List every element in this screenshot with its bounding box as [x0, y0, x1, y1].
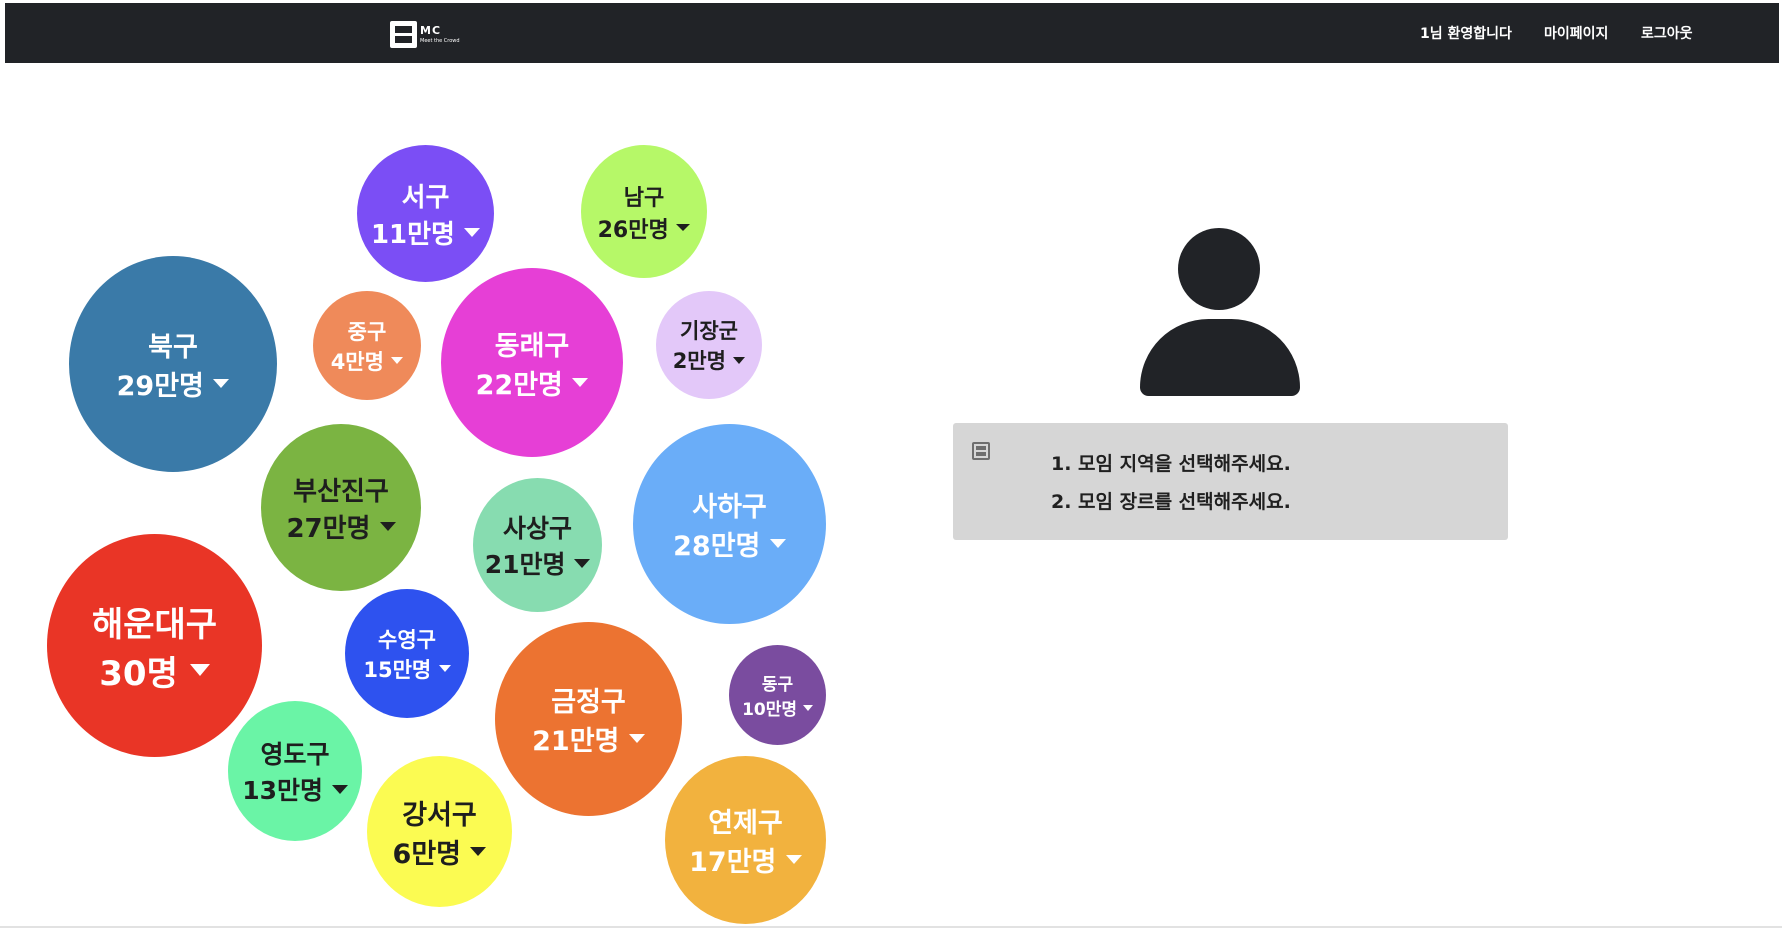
district-bubble-gijang-gun[interactable]: 기장군 2만명: [656, 291, 762, 399]
district-count: 26만명: [598, 212, 691, 244]
instruction-line-1: 1. 모임 지역을 선택해주세요.: [1051, 453, 1291, 475]
district-name: 동구: [761, 675, 794, 695]
district-name: 기장군: [680, 319, 738, 343]
district-name: 서구: [401, 182, 450, 213]
avatar-body: [1140, 319, 1300, 396]
caret-down-icon: [464, 227, 481, 237]
district-bubble-jung-gu[interactable]: 중구 4만명: [313, 291, 421, 400]
district-count-value: 21만명: [532, 726, 620, 757]
district-count-value: 15만명: [363, 657, 432, 682]
welcome-link[interactable]: 1님 환영합니다: [1420, 3, 1512, 63]
district-count-value: 6만명: [392, 838, 462, 870]
district-count: 28만명: [673, 524, 786, 563]
district-name: 영도구: [260, 740, 330, 769]
district-count: 21만명: [532, 719, 645, 758]
top-navbar: MC Meet the Crowd 1님 환영합니다 마이페이지 로그아웃: [5, 3, 1779, 63]
district-count-value: 4만명: [330, 349, 384, 374]
district-bubble-buk-gu[interactable]: 북구 29만명: [69, 256, 277, 472]
logo-subtext: Meet the Crowd: [420, 37, 460, 44]
avatar-head: [1178, 228, 1260, 310]
caret-down-icon: [391, 357, 404, 364]
caret-down-icon: [213, 379, 230, 388]
mypage-link[interactable]: 마이페이지: [1544, 3, 1608, 63]
district-bubble-suyeong-gu[interactable]: 수영구 15만명: [345, 589, 469, 718]
district-bubble-seo-gu[interactable]: 서구 11만명: [357, 145, 494, 282]
district-count-value: 27만명: [286, 513, 371, 544]
district-bubble-dongnae-gu[interactable]: 동래구 22만명: [441, 268, 623, 457]
caret-down-icon: [438, 665, 451, 672]
instruction-panel: 1. 모임 지역을 선택해주세요. 2. 모임 장르를 선택해주세요.: [953, 423, 1508, 540]
district-bubble-yeonje-gu[interactable]: 연제구 17만명: [665, 756, 826, 924]
district-count: 22만명: [476, 363, 589, 402]
district-name: 부산진구: [293, 476, 389, 507]
district-count: 29만명: [117, 364, 230, 403]
district-bubble-geumjeong-gu[interactable]: 금정구 21만명: [495, 622, 682, 816]
district-name: 북구: [148, 332, 198, 363]
district-count-value: 17만명: [689, 847, 777, 878]
caret-down-icon: [676, 224, 691, 231]
district-count: 17만명: [689, 840, 802, 879]
caret-down-icon: [628, 734, 645, 743]
district-name: 사상구: [502, 514, 572, 543]
district-name: 사하구: [692, 492, 767, 523]
instruction-line-2: 2. 모임 장르를 선택해주세요.: [1051, 491, 1291, 513]
district-name: 수영구: [378, 627, 436, 652]
district-bubble-nam-gu[interactable]: 남구 26만명: [581, 145, 707, 278]
district-name: 금정구: [551, 687, 626, 718]
save-icon: [972, 442, 990, 460]
logout-link[interactable]: 로그아웃: [1641, 3, 1693, 63]
district-count-value: 2만명: [672, 349, 726, 373]
district-bubble-dong-gu[interactable]: 동구 10만명: [729, 645, 826, 745]
district-name: 강서구: [402, 799, 477, 831]
district-bubble-gangseo-gu[interactable]: 강서구 6만명: [367, 756, 512, 907]
caret-down-icon: [379, 521, 396, 531]
district-bubble-yeongdo-gu[interactable]: 영도구 13만명: [228, 701, 362, 841]
district-count: 2만명: [673, 345, 746, 375]
district-bubble-sasang-gu[interactable]: 사상구 21만명: [473, 478, 602, 612]
caret-down-icon: [572, 377, 589, 387]
district-bubble-saha-gu[interactable]: 사하구 28만명: [633, 424, 826, 624]
district-count-value: 28만명: [673, 531, 761, 562]
district-name: 중구: [347, 319, 387, 344]
caret-down-icon: [769, 539, 786, 548]
caret-down-icon: [802, 704, 813, 711]
district-count: 27만명: [286, 508, 396, 545]
district-name: 남구: [623, 185, 665, 211]
caret-down-icon: [331, 784, 348, 794]
district-count-value: 11만명: [370, 219, 455, 250]
district-count: 11만명: [370, 214, 481, 251]
district-bubble-haeundae-gu[interactable]: 해운대구 30명: [47, 534, 262, 757]
district-count-value: 10만명: [742, 700, 797, 720]
district-name: 연제구: [708, 808, 783, 839]
district-count: 13만명: [242, 771, 348, 807]
district-name: 해운대구: [91, 604, 218, 645]
caret-down-icon: [785, 855, 802, 864]
district-count-value: 22만명: [475, 369, 563, 401]
user-avatar-icon: [1140, 228, 1300, 396]
district-count: 4만명: [331, 346, 404, 376]
district-count: 10만명: [742, 695, 813, 720]
logo-wordmark: MC Meet the Crowd: [420, 25, 460, 44]
district-name: 동래구: [494, 330, 570, 362]
site-logo[interactable]: MC Meet the Crowd: [390, 19, 460, 49]
district-count-value: 29만명: [116, 371, 204, 402]
caret-down-icon: [189, 664, 210, 676]
district-count: 30명: [99, 646, 210, 695]
district-count-value: 13만명: [242, 776, 324, 805]
district-count: 21만명: [485, 545, 591, 581]
instruction-text: 1. 모임 지역을 선택해주세요. 2. 모임 장르를 선택해주세요.: [1051, 445, 1291, 521]
district-count: 6만명: [393, 832, 487, 871]
district-bubble-busanjin-gu[interactable]: 부산진구 27만명: [261, 424, 421, 591]
caret-down-icon: [470, 846, 487, 856]
logo-text: MC: [420, 23, 442, 37]
district-count: 15만명: [363, 654, 451, 684]
district-count-value: 26만명: [597, 217, 669, 243]
logo-mark: [390, 20, 417, 48]
caret-down-icon: [574, 558, 591, 568]
caret-down-icon: [733, 356, 746, 364]
district-count-value: 21만명: [484, 550, 566, 579]
district-count-value: 30명: [99, 653, 178, 694]
